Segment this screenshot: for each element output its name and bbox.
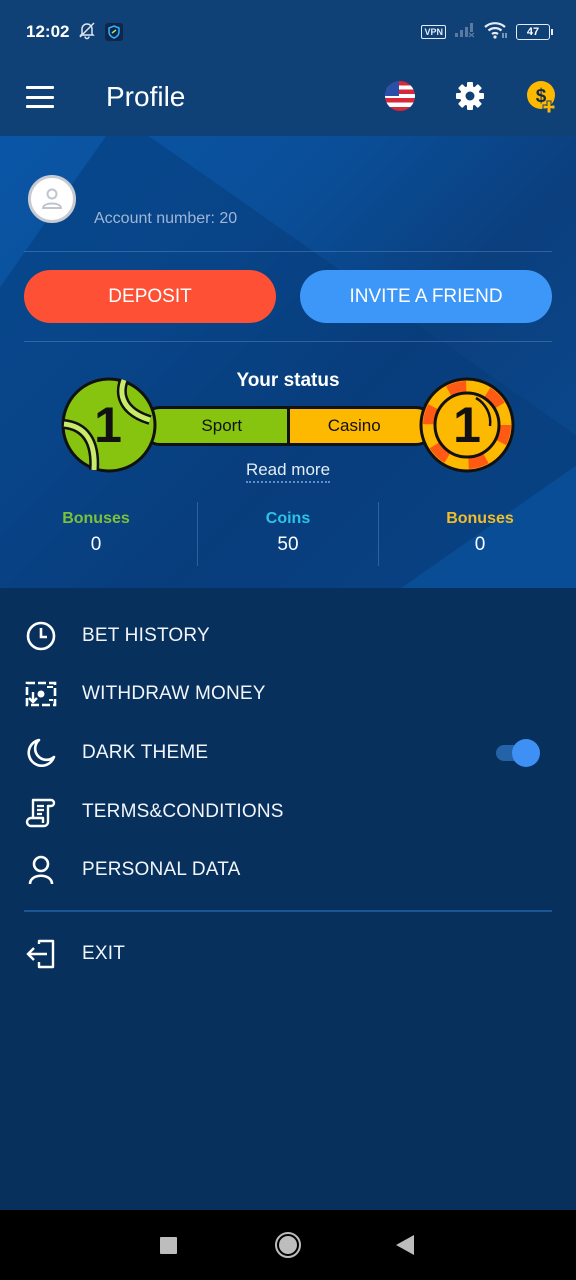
avatar[interactable] — [28, 175, 76, 223]
divider — [378, 502, 379, 566]
deposit-button[interactable]: DEPOSIT — [24, 270, 276, 323]
stat-sport-bonuses: Bonuses 0 — [0, 502, 192, 566]
stat-label: Bonuses — [446, 510, 514, 527]
stat-coins: Coins 50 — [192, 502, 384, 566]
casino-status-tab[interactable]: Casino — [289, 409, 433, 443]
page-title: Profile — [106, 81, 186, 112]
battery-icon: 47 — [516, 24, 553, 40]
wifi-icon — [484, 21, 508, 44]
menu-item-withdraw-money[interactable]: WITHDRAW MONEY — [0, 666, 576, 722]
bell-off-icon — [77, 20, 97, 45]
status-bar-widget: Sport Casino — [140, 406, 436, 446]
profile-header: Account number: 20 DEPOSIT INVITE A FRIE… — [0, 136, 576, 588]
stat-value: 0 — [90, 534, 102, 555]
app-bar: Profile $ — [0, 64, 576, 136]
stat-value: 0 — [474, 534, 486, 555]
stats-row: Bonuses 0 Coins 50 Bonuses 0 — [0, 502, 576, 566]
divider — [24, 910, 552, 912]
withdraw-money-icon — [24, 677, 58, 711]
menu-item-dark-theme[interactable]: DARK THEME — [0, 725, 576, 781]
vpn-badge: VPN — [421, 25, 446, 39]
stat-label: Coins — [265, 510, 311, 527]
menu-item-bet-history[interactable]: BET HISTORY — [0, 608, 576, 664]
document-scroll-icon — [24, 795, 58, 829]
moon-icon — [24, 736, 58, 770]
sport-level: 1 — [94, 397, 122, 453]
menu-item-label: TERMS&CONDITIONS — [82, 801, 284, 822]
read-more-link[interactable]: Read more — [245, 460, 331, 483]
stat-casino-bonuses: Bonuses 0 — [384, 502, 576, 566]
account-number: Account number: 20 — [94, 210, 238, 227]
casino-label: Casino — [327, 416, 381, 435]
exit-icon — [24, 937, 58, 971]
status-time: 12:02 — [26, 22, 70, 41]
stat-value: 50 — [277, 534, 299, 555]
back-icon[interactable] — [396, 1235, 414, 1255]
clock-icon — [24, 619, 58, 653]
dark-theme-toggle[interactable] — [494, 738, 542, 768]
menu-item-label: EXIT — [82, 943, 126, 964]
gear-icon[interactable] — [454, 80, 486, 112]
menu-item-exit[interactable]: EXIT — [0, 926, 576, 982]
menu-item-personal-data[interactable]: PERSONAL DATA — [0, 842, 576, 898]
divider — [24, 341, 552, 342]
menu-item-terms-conditions[interactable]: TERMS&CONDITIONS — [0, 784, 576, 840]
divider — [197, 502, 198, 566]
recent-apps-icon[interactable] — [160, 1237, 177, 1254]
home-icon[interactable] — [275, 1232, 301, 1258]
invite-friend-button[interactable]: INVITE A FRIEND — [300, 270, 552, 323]
menu-item-label: WITHDRAW MONEY — [82, 683, 266, 704]
stat-label: Bonuses — [62, 510, 130, 527]
casino-level: 1 — [453, 397, 481, 453]
sport-status-tab[interactable]: Sport — [143, 409, 290, 443]
dollar-plus-icon[interactable]: $ — [525, 80, 559, 114]
menu-icon[interactable] — [26, 86, 54, 108]
shield-app-icon — [105, 23, 124, 41]
svg-text:$: $ — [536, 86, 547, 107]
menu-item-label: PERSONAL DATA — [82, 859, 241, 880]
status-bar: 12:02 VPN 47 — [0, 0, 576, 64]
signal-icon — [454, 22, 476, 43]
sport-label: Sport — [201, 416, 243, 435]
us-flag-icon[interactable] — [385, 81, 415, 111]
divider — [24, 251, 552, 252]
system-nav-bar — [0, 1210, 576, 1280]
menu-item-label: BET HISTORY — [82, 625, 210, 646]
person-icon — [24, 853, 58, 887]
menu-item-label: DARK THEME — [82, 742, 209, 763]
